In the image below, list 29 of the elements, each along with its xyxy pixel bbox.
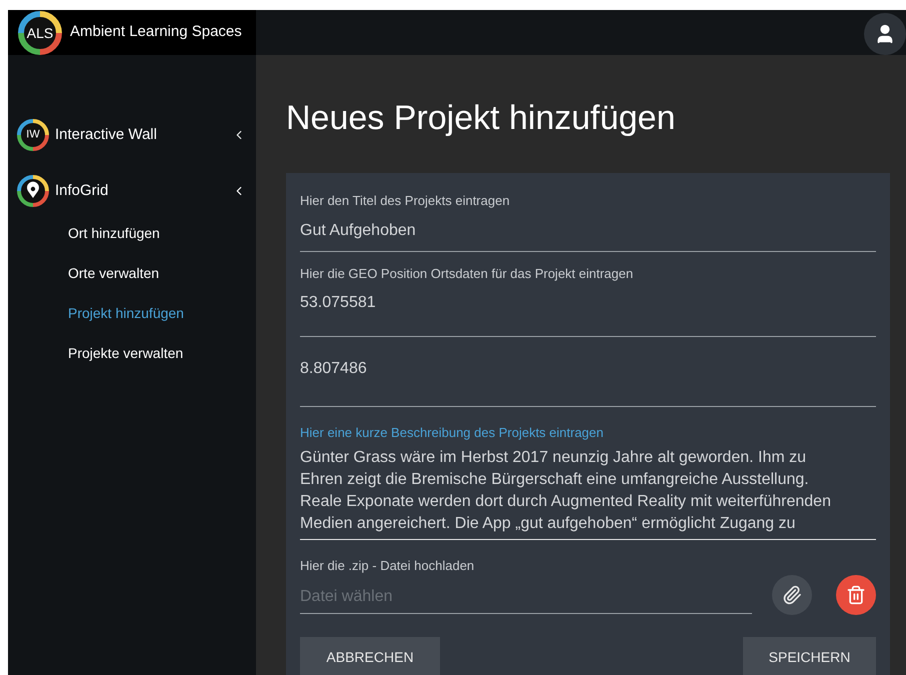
field-label: Hier die .zip - Datei hochladen (300, 556, 476, 575)
input-field[interactable]: 8.807486 (300, 353, 876, 407)
sidebar-item[interactable]: Orte verwalten (8, 253, 256, 293)
sidebar-item[interactable]: Projekte verwalten (8, 333, 256, 373)
badge-text: IW (26, 130, 40, 140)
sidebar-group[interactable]: InfoGrid (8, 169, 256, 213)
input-field[interactable]: 53.075581 (300, 283, 876, 337)
field-label: Hier eine kurze Beschreibung des Projekts eintragen (300, 424, 605, 442)
paperclip-icon (782, 585, 802, 605)
wall-ring-icon (16, 118, 50, 152)
page-title: Neues Projekt hinzufügen (286, 98, 676, 139)
input-field[interactable]: Gut Aufgehoben (300, 210, 876, 252)
delete-button[interactable] (836, 575, 876, 615)
trash-icon (846, 585, 866, 605)
field-label: Hier die GEO Position Ortsdaten für das Projekt eintragen (300, 264, 634, 283)
field-label: Hier den Titel des Projekts eintragen (300, 192, 511, 210)
attach-button[interactable] (772, 575, 812, 615)
cancel-button[interactable]: ABBRECHEN (300, 637, 440, 675)
sidebar-item[interactable]: Projekt hinzufügen (8, 293, 256, 333)
sidebar-group[interactable]: IW Interactive Wall (8, 113, 256, 157)
group-label: Interactive Wall (55, 124, 158, 145)
sidebar-item[interactable]: Ort hinzufügen (8, 213, 256, 253)
user-avatar-button[interactable] (864, 13, 906, 55)
logo-text: ALS (26, 26, 54, 40)
pin-ring-icon (16, 174, 50, 208)
app-name: Ambient Learning Spaces (70, 22, 242, 42)
group-label: InfoGrid (55, 180, 110, 201)
save-button[interactable]: SPEICHERN (743, 637, 876, 675)
description-textarea[interactable]: Günter Grass wäre im Herbst 2017 neunzig Jahre alt geworden. Ihm zu Ehren zeigt die Bremische Bürgerschaft eine umfangreiche Ausstellung. Reale Exponate werden dort durch Augmented Reality mit weiterführenden Medien angereichert. Die App „gut aufgehoben“ ermöglicht Zugang zu (300, 442, 876, 540)
